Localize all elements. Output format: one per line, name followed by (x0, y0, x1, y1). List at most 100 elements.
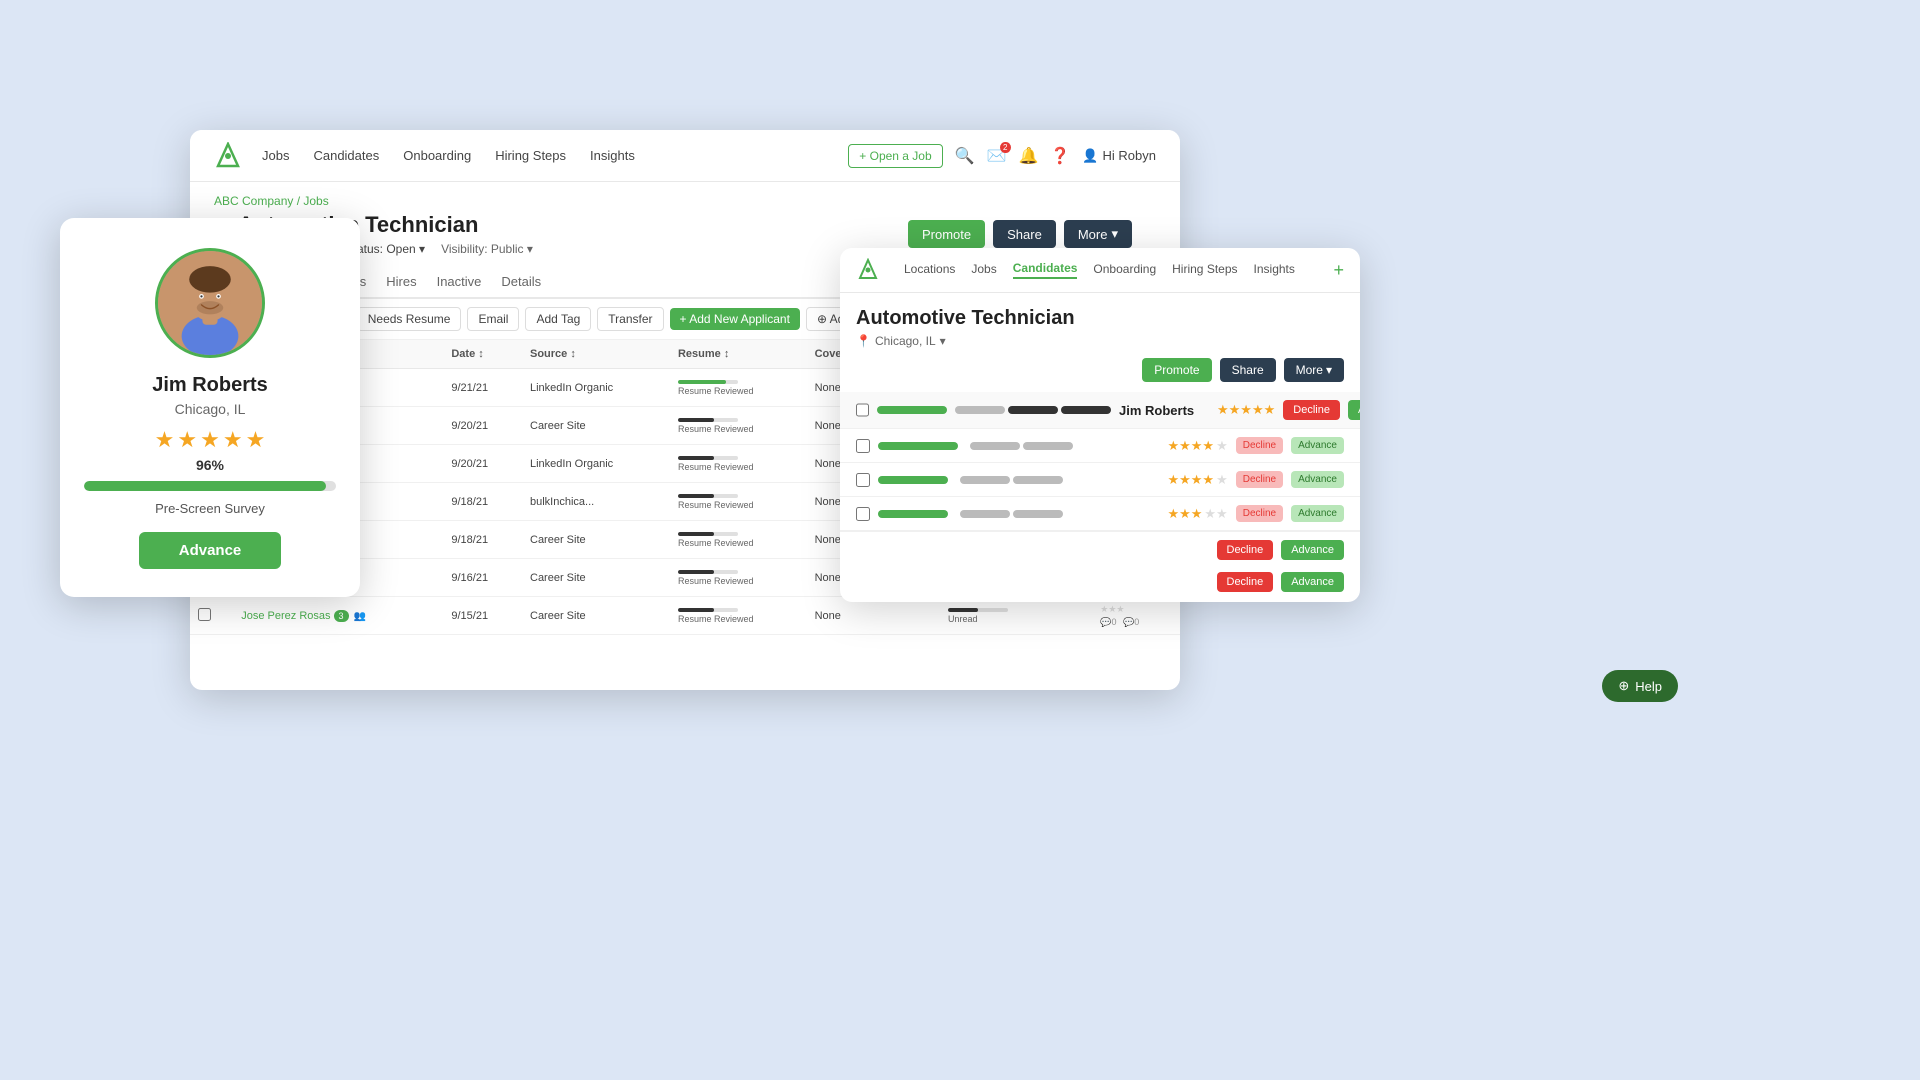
bottom-advance-2[interactable]: Advance (1281, 572, 1344, 592)
featured-checkbox[interactable] (856, 403, 869, 417)
row-source: Career Site (522, 597, 670, 635)
user-menu[interactable]: 👤 Hi Robyn (1082, 148, 1156, 164)
note-icon: 💬 (1100, 617, 1111, 627)
row-source: LinkedIn Organic (522, 369, 670, 407)
needs-resume-button[interactable]: Needs Resume (357, 307, 462, 331)
row-resume: Resume Reviewed (670, 521, 807, 559)
add-icon[interactable]: + (1333, 260, 1344, 281)
candidate-2-decline[interactable]: Decline (1236, 437, 1283, 454)
tab-inactive[interactable]: Inactive (437, 266, 482, 299)
help-circle-icon: ⊕ (1618, 678, 1629, 694)
sec-nav-locations[interactable]: Locations (904, 262, 955, 278)
notification-icon[interactable]: 🔔 (1019, 146, 1039, 166)
star-5: ★ (246, 427, 266, 453)
row-application: Unread (940, 597, 1092, 635)
col-resume[interactable]: Resume ↕ (670, 340, 807, 369)
row-date: 9/21/21 (443, 369, 522, 407)
secondary-window: Locations Jobs Candidates Onboarding Hir… (840, 248, 1360, 602)
nav-links: Jobs Candidates Onboarding Hiring Steps … (262, 148, 848, 163)
progress-bar-fill (84, 481, 326, 491)
candidate-row-3: ★★★★★ Decline Advance (840, 463, 1360, 497)
sec-promote-button[interactable]: Promote (1142, 358, 1211, 382)
candidate-4-decline[interactable]: Decline (1236, 505, 1283, 522)
row-source: Career Site (522, 407, 670, 445)
row-checkbox[interactable] (190, 597, 233, 635)
sec-actions: Promote Share More ▾ (856, 358, 1344, 382)
col-date[interactable]: Date ↕ (443, 340, 522, 369)
bottom-decline-1[interactable]: Decline (1217, 540, 1274, 560)
row-date: 9/20/21 (443, 407, 522, 445)
transfer-button[interactable]: Transfer (597, 307, 663, 331)
candidate-2-advance[interactable]: Advance (1291, 437, 1344, 454)
help-button[interactable]: ⊕ Help (1602, 670, 1678, 702)
profile-card: Jim Roberts Chicago, IL ★ ★ ★ ★ ★ 96% Pr… (60, 218, 360, 597)
sec-job-title: Automotive Technician (856, 307, 1344, 330)
candidate-2-checkbox[interactable] (856, 439, 870, 453)
sec-more-button[interactable]: More ▾ (1284, 358, 1344, 382)
chevron-down-icon: ▾ (1326, 363, 1332, 377)
more-button[interactable]: More ▾ (1064, 220, 1132, 248)
candidate-3-decline[interactable]: Decline (1236, 471, 1283, 488)
advance-button[interactable]: Advance (139, 532, 282, 569)
message-count-icon: 💬 (1123, 617, 1134, 627)
featured-decline-button[interactable]: Decline (1283, 400, 1340, 420)
col-source[interactable]: Source ↕ (522, 340, 670, 369)
row-date: 9/18/21 (443, 521, 522, 559)
candidate-row-2: ★★★★★ Decline Advance (840, 429, 1360, 463)
featured-candidate-name: Jim Roberts (1119, 403, 1209, 418)
message-icon[interactable]: ✉️2 (987, 146, 1007, 166)
navbar: Jobs Candidates Onboarding Hiring Steps … (190, 130, 1180, 182)
nav-onboarding[interactable]: Onboarding (403, 148, 471, 163)
secondary-navbar: Locations Jobs Candidates Onboarding Hir… (840, 248, 1360, 293)
nav-candidates[interactable]: Candidates (313, 148, 379, 163)
nav-hiring-steps[interactable]: Hiring Steps (495, 148, 566, 163)
progress-bar (84, 481, 336, 491)
breadcrumb: ABC Company / Jobs (190, 182, 1180, 212)
help-icon[interactable]: ❓ (1050, 146, 1070, 166)
share-button[interactable]: Share (993, 220, 1056, 248)
bottom-decline-2[interactable]: Decline (1217, 572, 1274, 592)
candidate-name: Jim Roberts (152, 374, 268, 397)
row-resume: Resume Reviewed (670, 369, 807, 407)
table-row: Jose Perez Rosas3 👥 9/15/21 Career Site … (190, 597, 1180, 635)
row-resume: Resume Reviewed (670, 407, 807, 445)
row-source: LinkedIn Organic (522, 445, 670, 483)
sec-nav-onboarding[interactable]: Onboarding (1093, 262, 1156, 278)
sec-nav-hiring-steps[interactable]: Hiring Steps (1172, 262, 1237, 278)
row-date: 9/15/21 (443, 597, 522, 635)
search-icon[interactable]: 🔍 (955, 146, 975, 166)
chevron-down-icon[interactable]: ▾ (940, 334, 946, 348)
row-name: Jose Perez Rosas3 👥 (233, 597, 443, 635)
bottom-advance-1[interactable]: Advance (1281, 540, 1344, 560)
promote-button[interactable]: Promote (908, 220, 985, 248)
add-tag-button[interactable]: Add Tag (525, 307, 591, 331)
candidate-4-checkbox[interactable] (856, 507, 870, 521)
candidate-4-advance[interactable]: Advance (1291, 505, 1344, 522)
candidate-3-checkbox[interactable] (856, 473, 870, 487)
featured-accept-button[interactable]: Accept (1348, 400, 1360, 420)
sec-nav-jobs[interactable]: Jobs (971, 262, 996, 278)
sec-share-button[interactable]: Share (1220, 358, 1276, 382)
tab-hires[interactable]: Hires (386, 266, 416, 299)
sec-nav-insights[interactable]: Insights (1254, 262, 1295, 278)
candidate-stars: ★ ★ ★ ★ ★ (155, 427, 266, 453)
nav-insights[interactable]: Insights (590, 148, 635, 163)
candidate-3-stars: ★★★★★ (1167, 472, 1227, 488)
row-source: Career Site (522, 559, 670, 597)
visibility-badge[interactable]: Visibility: Public ▾ (441, 242, 533, 256)
row-date: 9/20/21 (443, 445, 522, 483)
nav-jobs[interactable]: Jobs (262, 148, 289, 163)
email-button[interactable]: Email (467, 307, 519, 331)
tab-details[interactable]: Details (501, 266, 541, 299)
row-resume: Resume Reviewed (670, 559, 807, 597)
sec-nav-candidates[interactable]: Candidates (1013, 261, 1078, 279)
survey-label: Pre-Screen Survey (155, 501, 265, 516)
row-resume: Resume Reviewed (670, 483, 807, 521)
add-new-applicant-button[interactable]: + Add New Applicant (670, 308, 800, 330)
location-pin-icon: 📍 (856, 334, 871, 348)
candidate-4-stars: ★★★★★ (1167, 506, 1227, 522)
candidate-2-stars: ★★★★★ (1167, 438, 1227, 454)
candidate-3-advance[interactable]: Advance (1291, 471, 1344, 488)
row-resume: Resume Reviewed (670, 597, 807, 635)
open-job-button[interactable]: + Open a Job (848, 144, 942, 168)
